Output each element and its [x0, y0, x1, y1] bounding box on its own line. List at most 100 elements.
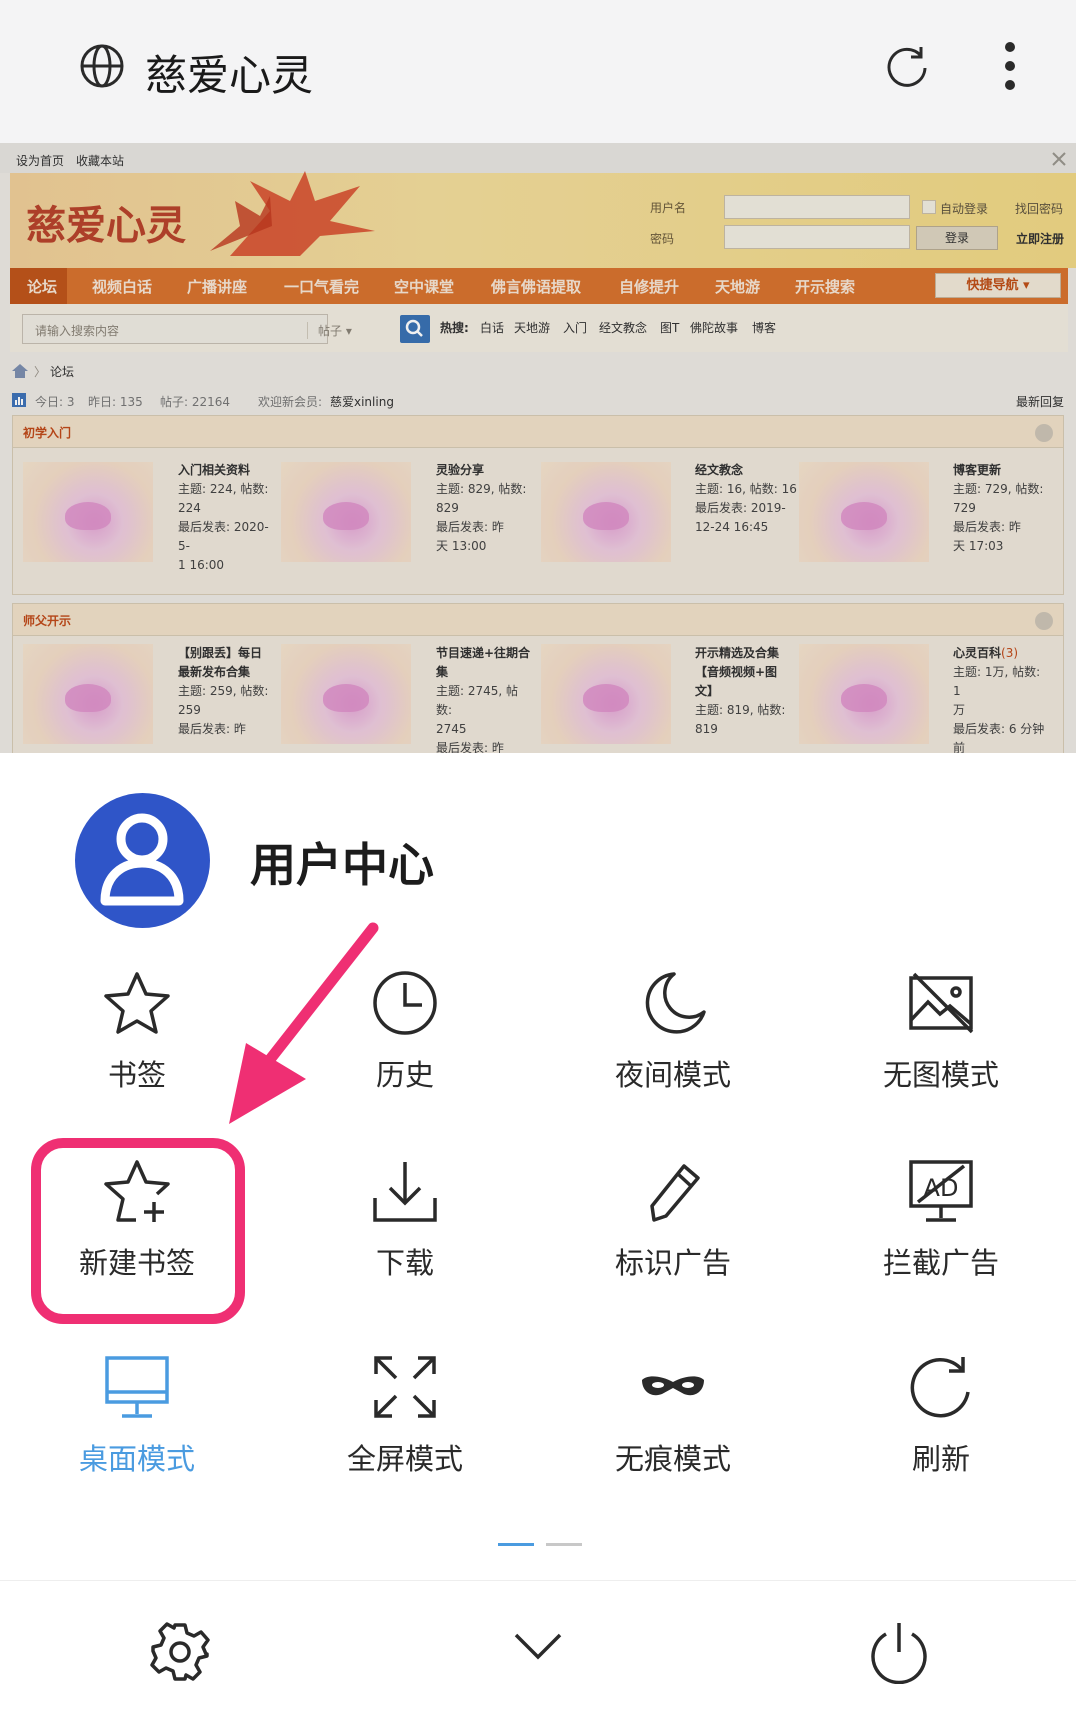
forum-name: 心灵百科: [953, 646, 1002, 660]
search-row: 请输入搜索内容 帖子 ▾ 热搜: 白话 天地游 入门 经文教念 图T 佛陀故事 …: [10, 304, 1068, 352]
forum-name: 【别跟丢】每日 最新发布合集: [178, 646, 263, 679]
menu-item-mark-ad[interactable]: 标识广告: [563, 1158, 783, 1282]
stat-today: 今日: 3: [35, 395, 75, 409]
nav-item-quotes[interactable]: 佛言佛语提取: [491, 276, 581, 297]
web-content: 设为首页 收藏本站 慈爱心灵 用户名 密码 自动登录 找回密码 登录 立即注册 …: [0, 143, 1076, 753]
section-header[interactable]: 师父开示: [13, 604, 1063, 636]
menu-item-desktop-mode[interactable]: 桌面模式: [27, 1354, 247, 1478]
user-center-title[interactable]: 用户中心: [250, 829, 434, 895]
search-button[interactable]: [400, 315, 430, 343]
welcome-label: 欢迎新会员:: [258, 395, 323, 409]
nav-item-classroom[interactable]: 空中课堂: [394, 276, 454, 297]
forum-entry[interactable]: 开示精选及合集 【音频视频+图 文】 主题: 819, 帖数: 819: [695, 644, 793, 739]
menu-item-no-image-mode[interactable]: 无图模式: [831, 970, 1051, 1094]
collapse-icon[interactable]: [1035, 424, 1053, 442]
globe-icon: [80, 44, 124, 88]
settings-gear-icon[interactable]: [148, 1620, 212, 1684]
hot-tag[interactable]: 天地游: [514, 319, 550, 336]
nav-item-self-study[interactable]: 自修提升: [619, 276, 679, 297]
menu-item-download[interactable]: 下载: [295, 1158, 515, 1282]
username-label: 用户名: [650, 201, 687, 215]
forum-thumbnail[interactable]: [541, 462, 671, 562]
nav-item-travel[interactable]: 天地游: [715, 276, 760, 297]
nav-item-forum[interactable]: 论坛: [27, 276, 57, 297]
forum-thumbnail[interactable]: [281, 644, 411, 744]
page-title[interactable]: 慈爱心灵: [145, 42, 313, 103]
nav-item-overview[interactable]: 一口气看完: [284, 276, 359, 297]
password-input[interactable]: [724, 225, 910, 249]
forum-entry[interactable]: 节目速递+往期合 集主题: 2745, 帖数: 2745 最后发表: 昨: [436, 644, 534, 753]
forum-entry[interactable]: 心灵百科(3) 主题: 1万, 帖数: 1 万 最后发表: 6 分钟 前: [953, 644, 1051, 753]
collapse-chevron-icon[interactable]: [513, 1631, 563, 1661]
latest-reply-link[interactable]: 最新回复: [1016, 393, 1064, 410]
new-post-count-badge: (3): [1001, 646, 1019, 660]
more-options-icon[interactable]: [1004, 41, 1016, 91]
fullscreen-icon: [374, 1356, 436, 1418]
breadcrumb-separator: 〉: [34, 365, 47, 379]
favorite-site-link[interactable]: 收藏本站: [76, 152, 124, 169]
site-logo[interactable]: 慈爱心灵: [26, 193, 186, 251]
hot-tag[interactable]: 图T: [660, 319, 679, 336]
top-links-strip: [0, 143, 1076, 173]
hot-tag[interactable]: 佛陀故事: [690, 319, 738, 336]
search-scope-label: 帖子: [318, 324, 343, 338]
auto-login-checkbox[interactable]: [922, 200, 936, 214]
breadcrumb-forum[interactable]: 论坛: [50, 363, 74, 380]
register-link[interactable]: 立即注册: [1016, 230, 1064, 247]
forum-info: 主题: 819, 帖数: 819: [695, 703, 786, 736]
hot-tag[interactable]: 白话: [480, 319, 504, 336]
forum-thumbnail[interactable]: [23, 462, 153, 562]
page-indicator[interactable]: [546, 1543, 582, 1546]
menu-item-fullscreen[interactable]: 全屏模式: [295, 1354, 515, 1478]
menu-item-bookmarks[interactable]: 书签: [27, 970, 247, 1094]
forum-thumbnail[interactable]: [281, 462, 411, 562]
incognito-mask-icon: [642, 1376, 704, 1396]
forum-thumbnail[interactable]: [799, 644, 929, 744]
home-icon[interactable]: [12, 364, 28, 378]
search-scope-select[interactable]: 帖子 ▾: [307, 322, 352, 339]
ad-block-icon: AD: [909, 1160, 973, 1222]
forum-entry[interactable]: 博客更新 主题: 729, 帖数: 729 最后发表: 昨 天 17:03: [953, 461, 1051, 556]
menu-item-incognito[interactable]: 无痕模式: [563, 1354, 783, 1478]
refresh-icon[interactable]: [885, 44, 929, 88]
hot-tag[interactable]: 入门: [563, 319, 587, 336]
forum-entry[interactable]: 灵验分享 主题: 829, 帖数: 829 最后发表: 昨 天 13:00: [436, 461, 534, 556]
menu-item-label: 桌面模式: [78, 1442, 195, 1476]
highlight-box: [31, 1138, 245, 1324]
menu-item-block-ads[interactable]: AD 拦截广告: [831, 1158, 1051, 1282]
menu-item-refresh[interactable]: 刷新: [831, 1354, 1051, 1478]
forum-search-input[interactable]: 请输入搜索内容 帖子 ▾: [22, 314, 352, 344]
menu-item-night-mode[interactable]: 夜间模式: [563, 970, 783, 1094]
forum-thumbnail[interactable]: [23, 644, 153, 744]
forum-entry[interactable]: 经文教念 主题: 16, 帖数: 16 最后发表: 2019- 12-24 16:…: [695, 461, 805, 537]
forum-entry[interactable]: 入门相关资料 主题: 224, 帖数: 224 最后发表: 2020-5- 1 1…: [178, 461, 276, 575]
quick-nav-button[interactable]: 快捷导航 ▾: [935, 273, 1061, 298]
page-indicator-active[interactable]: [498, 1543, 534, 1546]
breadcrumb: 〉 论坛 今日: 3 昨日: 135 帖子: 22164 欢迎新会员: 慈爱xi…: [0, 352, 1076, 420]
nav-item-search[interactable]: 开示搜索: [795, 276, 855, 297]
forum-thumbnail[interactable]: [541, 644, 671, 744]
power-exit-icon[interactable]: [868, 1620, 930, 1684]
section-header[interactable]: 初学入门: [13, 416, 1063, 448]
forum-info: 主题: 829, 帖数: 829 最后发表: 昨 天 13:00: [436, 482, 527, 553]
forum-info: 主题: 16, 帖数: 16 最后发表: 2019- 12-24 16:45: [695, 482, 797, 534]
hot-tag[interactable]: 经文教念: [599, 319, 647, 336]
hot-tag[interactable]: 博客: [752, 319, 776, 336]
forum-entry[interactable]: 【别跟丢】每日 最新发布合集 主题: 259, 帖数: 259 最后发表: 昨: [178, 644, 278, 739]
new-member-link[interactable]: 慈爱xinling: [330, 393, 394, 410]
menu-item-history[interactable]: 历史: [295, 970, 515, 1094]
login-button[interactable]: 登录: [916, 226, 998, 250]
user-avatar-icon: [100, 813, 184, 906]
set-homepage-link[interactable]: 设为首页: [16, 152, 64, 169]
forum-thumbnail[interactable]: [799, 462, 929, 562]
star-icon: [104, 972, 170, 1034]
collapse-icon[interactable]: [1035, 612, 1053, 630]
forgot-password-link[interactable]: 找回密码: [1015, 200, 1063, 217]
avatar[interactable]: [75, 793, 210, 928]
nav-item-video[interactable]: 视频白话: [92, 276, 152, 297]
pencil-icon: [650, 1164, 700, 1222]
nav-item-broadcast[interactable]: 广播讲座: [187, 276, 247, 297]
password-label: 密码: [650, 232, 675, 246]
close-x-icon[interactable]: [1051, 151, 1067, 167]
username-input[interactable]: [724, 195, 910, 219]
